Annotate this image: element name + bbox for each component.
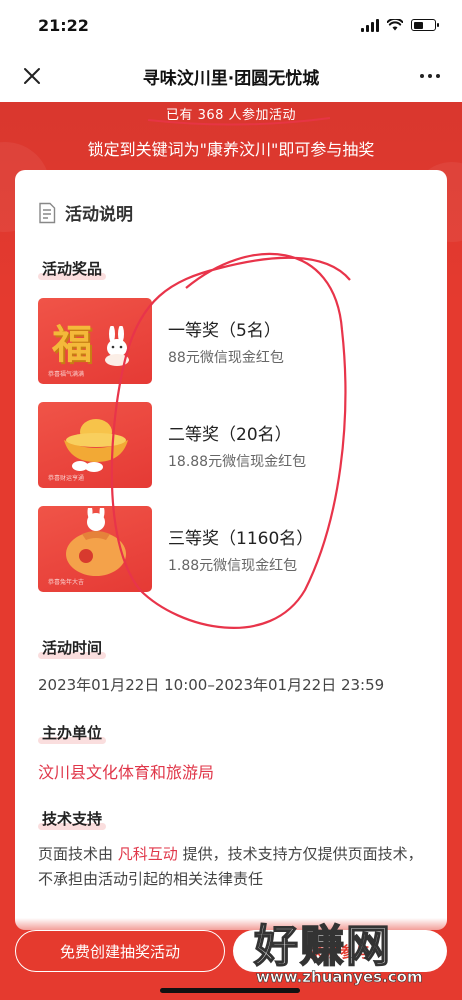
- prize-item-third: 恭喜兔年大吉 三等奖（1160名） 1.88元微信现金红包: [38, 506, 418, 592]
- tech-provider-link[interactable]: 凡科互动: [118, 845, 178, 863]
- prize-image-caption: 恭喜福气满满: [48, 371, 85, 378]
- signal-icon: [361, 18, 379, 32]
- close-icon[interactable]: [20, 64, 44, 88]
- wifi-icon: [387, 19, 403, 31]
- more-icon[interactable]: [418, 66, 442, 86]
- prize-desc: 18.88元微信现金红包: [168, 453, 307, 470]
- watermark-url: www.zhuanyes.com: [256, 968, 423, 987]
- prize-image-fu: 福 恭喜福气满满: [38, 298, 152, 384]
- organizer-label: 主办单位: [38, 722, 107, 744]
- tech-support-text: 页面技术由 凡科互动 提供，技术支持方仅提供页面技术，不承担由活动引起的相关法律…: [38, 842, 428, 892]
- participant-count: 已有 368 人参加活动: [165, 108, 297, 123]
- prize-info: 一等奖（5名） 88元微信现金红包: [168, 316, 284, 367]
- prize-item-first: 福 恭喜福气满满 一等奖（5名） 88元微信现金红包: [38, 298, 418, 384]
- prize-image-ingot: 恭喜财运亨通: [38, 402, 152, 488]
- create-lottery-button[interactable]: 免费创建抽奖活动: [15, 930, 225, 972]
- tech-support-label: 技术支持: [38, 808, 107, 830]
- tech-prefix: 页面技术由: [38, 845, 118, 863]
- watermark-title: 好赚网: [253, 920, 392, 973]
- prizes-label: 活动奖品: [38, 258, 107, 280]
- status-bar: 21:22: [0, 0, 462, 50]
- watermark-logo: 好赚网 www.zhuanyes.com: [248, 908, 460, 1000]
- prize-image-caption: 恭喜兔年大吉: [48, 579, 85, 586]
- card-title: 活动说明: [65, 205, 133, 225]
- prize-info: 三等奖（1160名） 1.88元微信现金红包: [168, 524, 313, 575]
- keyword-hint: 锁定到关键词为"康养汶川"即可参与抽奖: [87, 140, 375, 159]
- nav-bar: 寻味汶川里·团圆无忧城: [0, 50, 462, 102]
- prize-image-caption: 恭喜财运亨通: [48, 475, 85, 482]
- gold-ingot-icon: [64, 419, 128, 472]
- prize-info: 二等奖（20名） 18.88元微信现金红包: [168, 420, 306, 471]
- lucky-bag-icon: [66, 508, 126, 576]
- prize-desc: 88元微信现金红包: [168, 349, 284, 366]
- fu-character: 福: [52, 321, 92, 368]
- organizer-name: 汶川县文化体育和旅游局: [38, 763, 215, 782]
- prize-desc: 1.88元微信现金红包: [168, 557, 298, 574]
- card-header: 活动说明: [37, 200, 133, 225]
- prize-name: 一等奖（5名）: [168, 320, 281, 341]
- activity-time: 2023年01月22日 10:00–2023年01月22日 23:59: [38, 676, 385, 694]
- activity-card: 活动说明 活动奖品 福 恭喜福气满满 一等奖（5名） 88元微信现金红包 恭喜财…: [15, 170, 447, 930]
- document-icon: [39, 202, 56, 223]
- prize-name: 三等奖（1160名）: [168, 528, 314, 549]
- prize-name: 二等奖（20名）: [168, 424, 292, 445]
- page-title: 寻味汶川里·团圆无忧城: [142, 68, 320, 89]
- rabbit-icon: [105, 326, 129, 366]
- prize-image-lucky-bag: 恭喜兔年大吉: [38, 506, 152, 592]
- prize-item-second: 恭喜财运亨通 二等奖（20名） 18.88元微信现金红包: [38, 402, 418, 488]
- time-label: 活动时间: [38, 637, 107, 659]
- battery-icon: [411, 19, 439, 31]
- status-time: 21:22: [38, 15, 89, 35]
- status-icons: [361, 18, 439, 32]
